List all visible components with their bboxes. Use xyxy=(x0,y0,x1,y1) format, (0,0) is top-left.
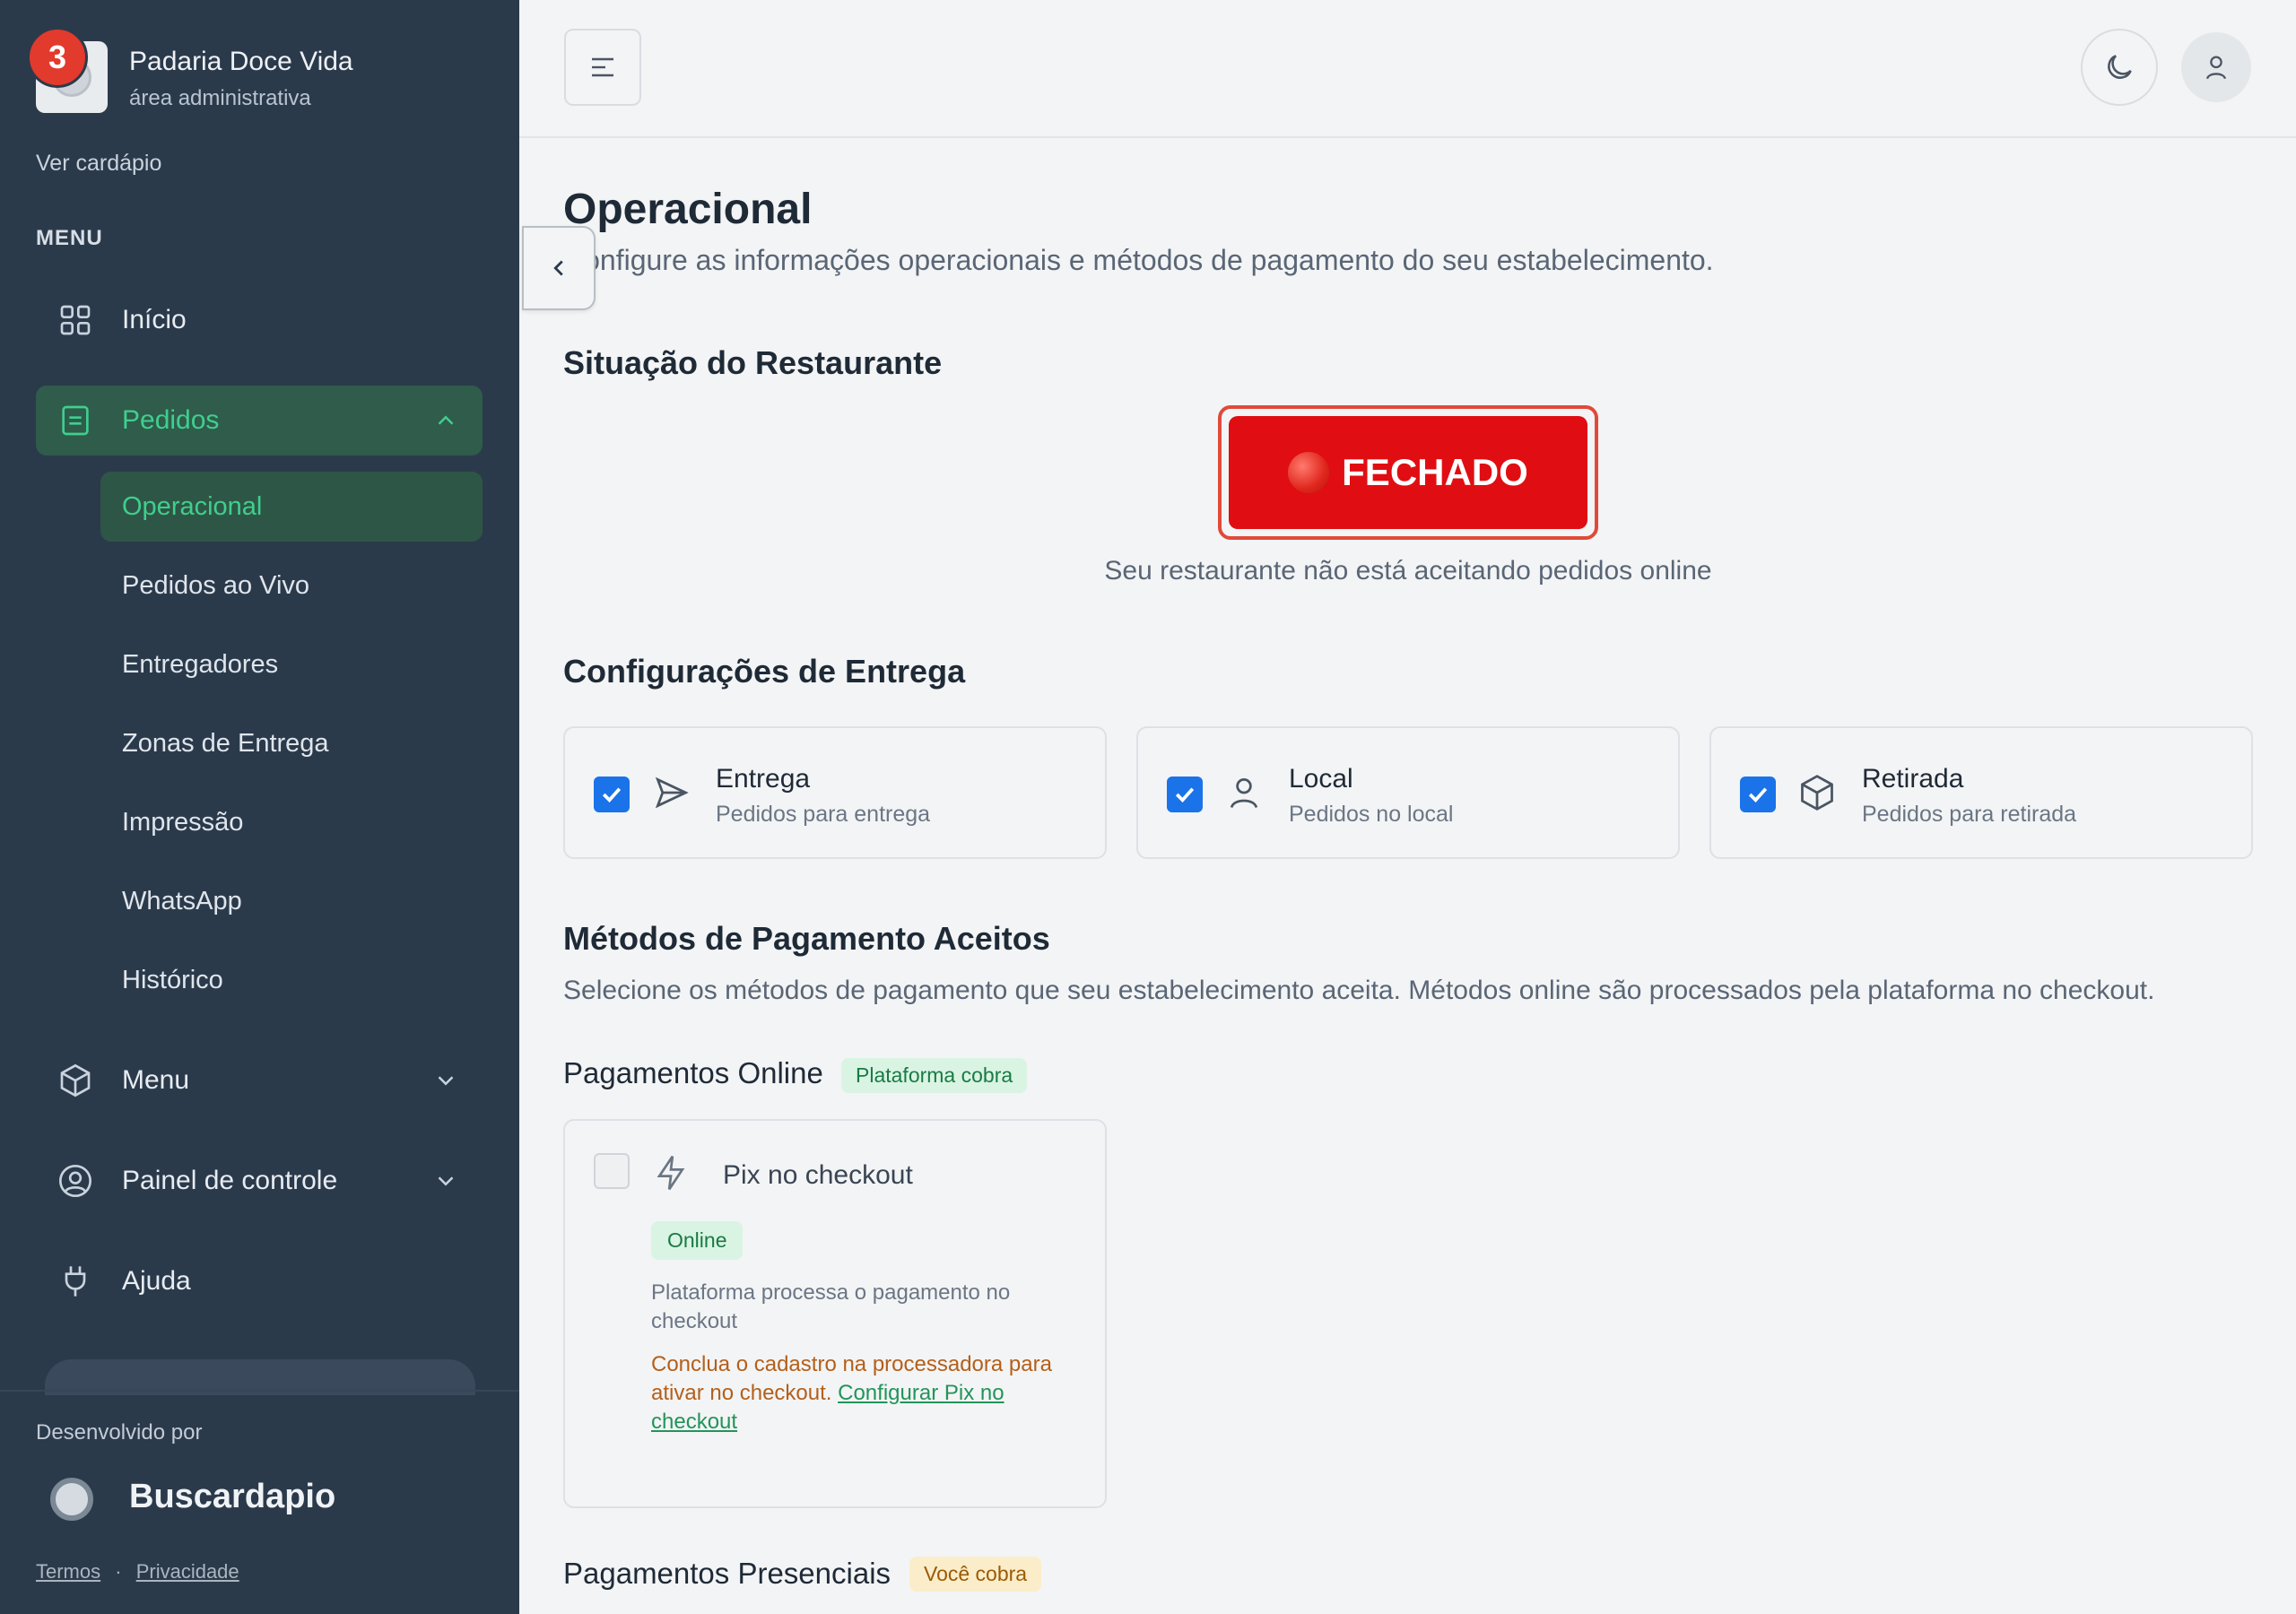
pix-description: Plataforma processa o pagamento no check… xyxy=(651,1280,1011,1333)
menu-toggle-button[interactable] xyxy=(564,29,641,106)
retirada-checkbox[interactable] xyxy=(1740,777,1776,812)
sidebar-collapse-button[interactable] xyxy=(522,226,596,310)
sidebar-item-painel-de-controle[interactable]: Painel de controle xyxy=(36,1146,483,1216)
local-checkbox[interactable] xyxy=(1167,777,1203,812)
grid-icon xyxy=(57,302,93,338)
section-title-status: Situação do Restaurante xyxy=(563,344,943,381)
brand-name: Padaria Doce Vida xyxy=(129,47,353,76)
online-badge: Online xyxy=(651,1221,744,1260)
pix-label: Pix no checkout xyxy=(723,1160,913,1190)
page-title: Operacional xyxy=(563,186,813,233)
online-payments-title: Pagamentos Online xyxy=(563,1056,823,1089)
view-menu-link[interactable]: Ver cardápio xyxy=(36,151,161,177)
user-icon xyxy=(2205,56,2227,80)
sidebar-item-label: Pedidos xyxy=(122,405,220,435)
pix-checkbox[interactable] xyxy=(594,1153,630,1189)
sidebar-subitem-zonas-de-entrega[interactable]: Zonas de Entrega xyxy=(100,708,483,778)
menu-section-title: MENU xyxy=(36,226,103,250)
notification-badge[interactable]: 3 xyxy=(27,27,88,88)
pix-checkout-card[interactable]: Pix no checkout Online Plataforma proces… xyxy=(563,1119,1107,1508)
chevron-down-icon xyxy=(438,1076,454,1086)
option-sub: Pedidos no local xyxy=(1289,802,1454,827)
pix-warning: Conclua o cadastro na processadora para … xyxy=(651,1350,1082,1436)
sidebar-item-label: Início xyxy=(122,305,187,334)
sidebar-item-menu[interactable]: Menu xyxy=(36,1046,483,1115)
user-circle-icon xyxy=(57,1163,93,1199)
user-menu-button[interactable] xyxy=(2181,32,2251,102)
terms-link[interactable]: Termos xyxy=(36,1560,100,1583)
restaurant-status-toggle[interactable]: FECHADO xyxy=(1218,405,1598,540)
sidebar-item-label: Painel de controle xyxy=(122,1166,338,1195)
brand-subtitle: área administrativa xyxy=(129,86,311,110)
privacy-link[interactable]: Privacidade xyxy=(136,1560,239,1583)
option-label: Entrega xyxy=(716,764,811,794)
section-title-payments: Métodos de Pagamento Aceitos xyxy=(563,920,1050,957)
menu-lines-icon xyxy=(592,57,613,77)
option-sub: Pedidos para entrega xyxy=(716,802,931,827)
person-icon xyxy=(1230,777,1258,809)
sidebar-subitem-entregadores[interactable]: Entregadores xyxy=(100,629,483,699)
plug-icon xyxy=(57,1263,93,1299)
sidebar-item-inicio[interactable]: Início xyxy=(36,285,483,355)
entrega-checkbox[interactable] xyxy=(594,777,630,812)
option-sub: Pedidos para retirada xyxy=(1862,802,2077,827)
delivery-option-retirada[interactable]: Retirada Pedidos para retirada xyxy=(1709,726,2253,859)
top-bar xyxy=(519,0,2296,138)
red-circle-icon xyxy=(1288,452,1330,493)
sidebar-divider xyxy=(0,1390,519,1392)
check-icon xyxy=(1175,787,1195,803)
you-charge-badge: Você cobra xyxy=(909,1557,1042,1592)
delivery-option-entrega[interactable]: Entrega Pedidos para entrega xyxy=(563,726,1107,859)
chevron-up-icon xyxy=(438,415,454,425)
sidebar-subitem-pedidos-ao-vivo[interactable]: Pedidos ao Vivo xyxy=(100,551,483,620)
page-subtitle: Configure as informações operacionais e … xyxy=(563,244,1714,276)
delivery-option-local[interactable]: Local Pedidos no local xyxy=(1136,726,1680,859)
developed-by-label: Desenvolvido por xyxy=(36,1420,203,1445)
sidebar-item-pedidos[interactable]: Pedidos xyxy=(36,386,483,456)
sidebar-item-ajuda[interactable]: Ajuda xyxy=(36,1246,483,1316)
send-icon xyxy=(655,777,689,809)
moon-icon xyxy=(2108,55,2132,79)
sidebar-item-label: Menu xyxy=(122,1065,190,1095)
option-label: Local xyxy=(1289,764,1353,794)
status-button[interactable]: FECHADO xyxy=(1229,416,1587,529)
payments-subtitle: Selecione os métodos de pagamento que se… xyxy=(563,976,2155,1005)
box-icon xyxy=(57,1063,93,1098)
status-label: FECHADO xyxy=(1342,451,1528,493)
theme-toggle-button[interactable] xyxy=(2081,29,2158,106)
option-label: Retirada xyxy=(1862,764,1964,794)
sidebar-item-label: Ajuda xyxy=(122,1266,191,1296)
section-title-delivery: Configurações de Entrega xyxy=(563,653,966,690)
developer-name[interactable]: Buscardapio xyxy=(129,1478,335,1516)
sidebar-subitem-impressao[interactable]: Impressão xyxy=(100,787,483,857)
sidebar-subitem-operacional[interactable]: Operacional xyxy=(100,472,483,542)
footer-links: Termos · Privacidade xyxy=(36,1560,239,1584)
lightning-icon xyxy=(657,1155,685,1191)
status-note: Seu restaurante não está aceitando pedid… xyxy=(1104,556,1712,586)
check-icon xyxy=(602,787,622,803)
footer-separator: · xyxy=(115,1560,122,1583)
chevron-left-icon xyxy=(553,260,563,276)
platform-charges-badge: Plataforma cobra xyxy=(841,1058,1028,1093)
buscardapio-logo-icon xyxy=(50,1478,93,1521)
orders-icon xyxy=(57,403,93,438)
sidebar-subitem-historico[interactable]: Histórico xyxy=(100,945,483,1015)
package-icon xyxy=(1801,775,1833,811)
sidebar-subitem-whatsapp[interactable]: WhatsApp xyxy=(100,866,483,936)
check-icon xyxy=(1748,787,1768,803)
chevron-down-icon xyxy=(438,1176,454,1186)
presential-payments-title: Pagamentos Presenciais xyxy=(563,1557,891,1590)
sidebar: 3 Padaria Doce Vida área administrativa … xyxy=(0,0,519,1614)
